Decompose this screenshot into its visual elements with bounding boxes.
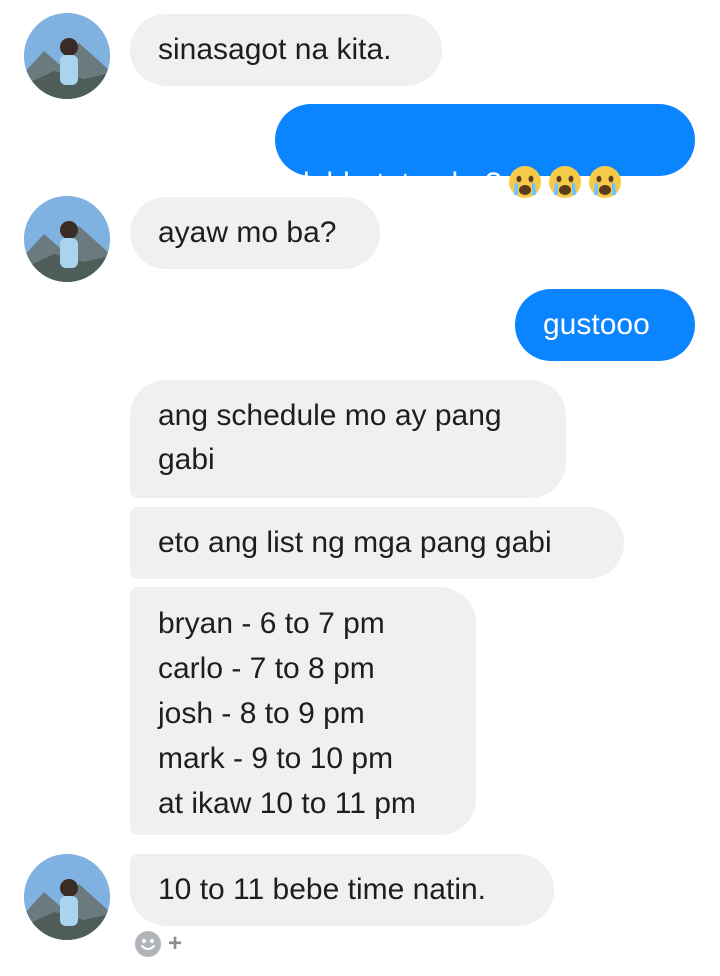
message-bubble-outgoing: lohh, totoo ba?	[275, 104, 695, 200]
contact-avatar[interactable]	[24, 854, 110, 940]
message-bubble-incoming: ayaw mo ba?	[130, 197, 380, 269]
message-bubble-incoming: bryan - 6 to 7 pm carlo - 7 to 8 pm josh…	[130, 587, 476, 835]
smiley-face-icon	[135, 931, 161, 957]
profile-photo-icon	[24, 854, 110, 940]
add-reaction-button[interactable]: +	[134, 929, 214, 959]
plus-icon: +	[168, 930, 183, 957]
message-text: lohh, totoo ba?	[303, 167, 502, 200]
message-bubble-incoming: eto ang list ng mga pang gabi	[130, 507, 624, 579]
profile-photo-icon	[24, 13, 110, 99]
message-bubble-outgoing: gustooo	[515, 289, 695, 361]
profile-photo-icon	[24, 196, 110, 282]
contact-avatar[interactable]	[24, 13, 110, 99]
crying-face-emoji	[588, 166, 621, 198]
message-bubble-incoming: sinasagot na kita.	[130, 14, 442, 86]
crying-face-emoji	[548, 166, 581, 198]
crying-face-emoji	[508, 166, 541, 198]
message-bubble-incoming: 10 to 11 bebe time natin.	[130, 854, 554, 926]
contact-avatar[interactable]	[24, 196, 110, 282]
message-bubble-incoming: ang schedule mo ay pang gabi	[130, 380, 566, 498]
